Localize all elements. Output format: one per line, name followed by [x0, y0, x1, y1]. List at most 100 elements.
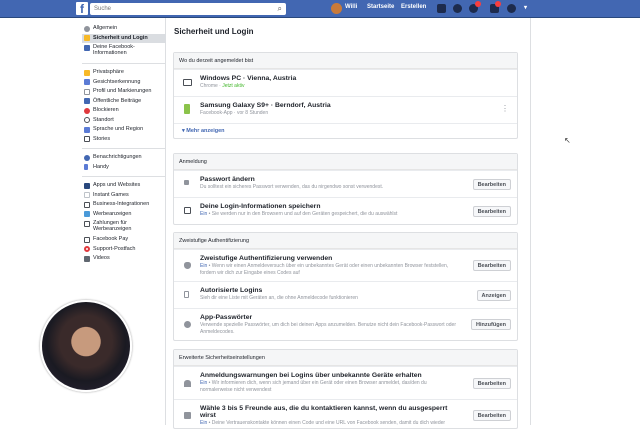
sidebar-item-public-posts[interactable]: Öffentliche Beiträge [82, 97, 166, 107]
desktop-icon [183, 79, 192, 86]
card-icon [84, 220, 90, 227]
row-title: Zweistufige Authentifizierung verwenden [200, 255, 333, 262]
row-desc: • Wenn wir einen Anmeldeversuch über ein… [200, 263, 449, 276]
section-header: Erweiterte Sicherheitseinstellungen [174, 350, 517, 366]
notification-badge [495, 1, 501, 7]
edit-button[interactable]: Bearbeiten [472, 410, 511, 421]
messenger-icon[interactable] [453, 4, 462, 13]
sidebar-item-blocking[interactable]: Blockieren [82, 106, 166, 116]
session-row[interactable]: Samsung Galaxy S9+ · Berndorf, Austria F… [174, 96, 517, 123]
row-title: Autorisierte Logins [200, 287, 263, 294]
search-icon[interactable]: ⌕ [278, 4, 282, 14]
session-device: Samsung Galaxy S9+ · Berndorf, Austria [200, 102, 331, 109]
tag-icon [84, 88, 90, 95]
create-link[interactable]: Erstellen [401, 4, 426, 10]
edit-button[interactable]: Bearbeiten [472, 179, 511, 190]
sidebar-item-label: Blockieren [93, 107, 119, 113]
session-status: Jetzt aktiv [222, 83, 245, 89]
avatar[interactable] [331, 3, 342, 14]
sidebar-item-label: Sicherheit und Login [93, 34, 148, 41]
wallet-icon [84, 236, 90, 243]
sidebar-item-facebook-pay[interactable]: Facebook Pay [82, 235, 166, 245]
sidebar-item-label: Allgemein [93, 25, 118, 31]
sidebar-item-your-info[interactable]: Deine Facebook-Informationen [82, 43, 166, 59]
edit-button[interactable]: Bearbeiten [472, 260, 511, 271]
settings-sidebar: Allgemein Sicherheit und Login Deine Fac… [82, 24, 166, 264]
gear-icon [84, 25, 90, 32]
profile-link[interactable]: Willi [345, 4, 357, 10]
block-icon [84, 107, 90, 114]
sidebar-item-privacy[interactable]: Privatsphäre [82, 68, 166, 78]
gamepad-icon [84, 192, 90, 198]
sidebar-item-profile-tagging[interactable]: Profil und Markierungen [82, 87, 166, 97]
edit-button[interactable]: Bearbeiten [472, 206, 511, 217]
phone-icon [184, 104, 190, 114]
sidebar-item-label: Gesichtserkennung [93, 78, 141, 85]
row-title: Deine Login-Informationen speichern [200, 203, 321, 210]
sidebar-item-instant-games[interactable]: Instant Games [82, 191, 166, 201]
sidebar-item-label: Profil und Markierungen [93, 88, 152, 94]
lock-icon [84, 69, 90, 76]
home-link[interactable]: Startseite [367, 4, 394, 10]
sidebar-item-label: Öffentliche Beiträge [93, 97, 142, 104]
sidebar-item-stories[interactable]: Stories [82, 135, 166, 145]
facebook-logo[interactable]: f [76, 2, 88, 16]
login-alerts-row: Anmeldungswarnungen bei Logins über unbe… [174, 366, 517, 399]
sidebar-item-ad-payments[interactable]: Zahlungen für Werbeanzeigen [82, 219, 166, 235]
sidebar-item-location[interactable]: Standort [82, 116, 166, 126]
top-bar: f Suche ⌕ Willi Startseite Erstellen ▾ [0, 0, 640, 18]
location-icon [84, 117, 90, 123]
sidebar-item-videos[interactable]: Videos [82, 254, 166, 264]
sidebar-item-label: Privatsphäre [93, 69, 124, 75]
login-card: Anmeldung Passwort ändern Du solltest ei… [173, 153, 518, 225]
row-title: Passwort ändern [200, 176, 255, 183]
sidebar-item-label: Handy [93, 163, 109, 170]
sidebar-item-ads[interactable]: Werbeanzeigen [82, 210, 166, 220]
sidebar-item-apps[interactable]: Apps und Websites [82, 181, 166, 191]
sidebar-item-support[interactable]: Support-Postfach [82, 245, 166, 255]
session-app: Facebook-App · vor 8 Stunden [200, 110, 269, 116]
view-button[interactable]: Anzeigen [476, 290, 511, 301]
bell-icon [184, 380, 191, 387]
row-title: App-Passwörter [200, 314, 253, 321]
session-device: Windows PC · Vienna, Austria [200, 75, 297, 82]
change-password-row: Passwort ändern Du solltest ein sicheres… [174, 170, 517, 197]
add-button[interactable]: Hinzufügen [471, 319, 511, 330]
globe-icon [84, 154, 90, 161]
row-title: Wähle 3 bis 5 Freunde aus, die du kontak… [200, 405, 448, 419]
sidebar-item-allgemein[interactable]: Allgemein [82, 24, 166, 34]
more-options-icon[interactable]: ⋮ [501, 105, 509, 113]
sidebar-item-security[interactable]: Sicherheit und Login [82, 33, 166, 43]
sidebar-item-label: Videos [93, 255, 110, 261]
sidebar-item-mobile[interactable]: Handy [82, 163, 166, 173]
friends-icon[interactable] [437, 4, 446, 13]
show-more-label: Mehr anzeigen [186, 128, 225, 134]
shield-icon [84, 35, 90, 41]
public-posts-icon [84, 98, 90, 104]
sidebar-item-label: Zahlungen für Werbeanzeigen [93, 220, 132, 232]
sidebar-item-label: Sprache und Region [93, 126, 144, 132]
where-logged-in-card: Wo du derzeit angemeldet bist Windows PC… [173, 52, 518, 139]
divider [82, 148, 166, 149]
sidebar-item-face-recognition[interactable]: Gesichtserkennung [82, 78, 166, 88]
search-input[interactable]: Suche ⌕ [90, 3, 286, 15]
mouse-cursor-icon: ↖ [564, 136, 571, 145]
dropdown-icon[interactable]: ▾ [524, 4, 527, 11]
authorized-logins-row: Autorisierte Logins Sieh dir eine Liste … [174, 281, 517, 308]
sidebar-item-label: Benachrichtigungen [93, 154, 142, 160]
edit-button[interactable]: Bearbeiten [472, 378, 511, 389]
row-desc: • Sie werden nur in den Browsern und auf… [207, 211, 398, 217]
sidebar-item-business[interactable]: Business-Integrationen [82, 200, 166, 210]
show-more-link[interactable]: ▾ Mehr anzeigen [174, 123, 517, 138]
divider [530, 18, 531, 425]
video-icon [84, 255, 90, 262]
shield-icon [184, 262, 191, 269]
sidebar-item-notifications[interactable]: Benachrichtigungen [82, 153, 166, 163]
row-desc: • Deine Vertrauenskontakte können einen … [207, 420, 446, 426]
search-placeholder: Suche [94, 6, 112, 12]
page-title: Sicherheit und Login [174, 27, 254, 36]
row-desc: Du solltest ein sicheres Passwort verwen… [200, 184, 384, 190]
help-icon[interactable] [507, 4, 516, 13]
sidebar-item-language[interactable]: Sprache und Region [82, 125, 166, 135]
session-row[interactable]: Windows PC · Vienna, Austria Chrome · Je… [174, 69, 517, 96]
